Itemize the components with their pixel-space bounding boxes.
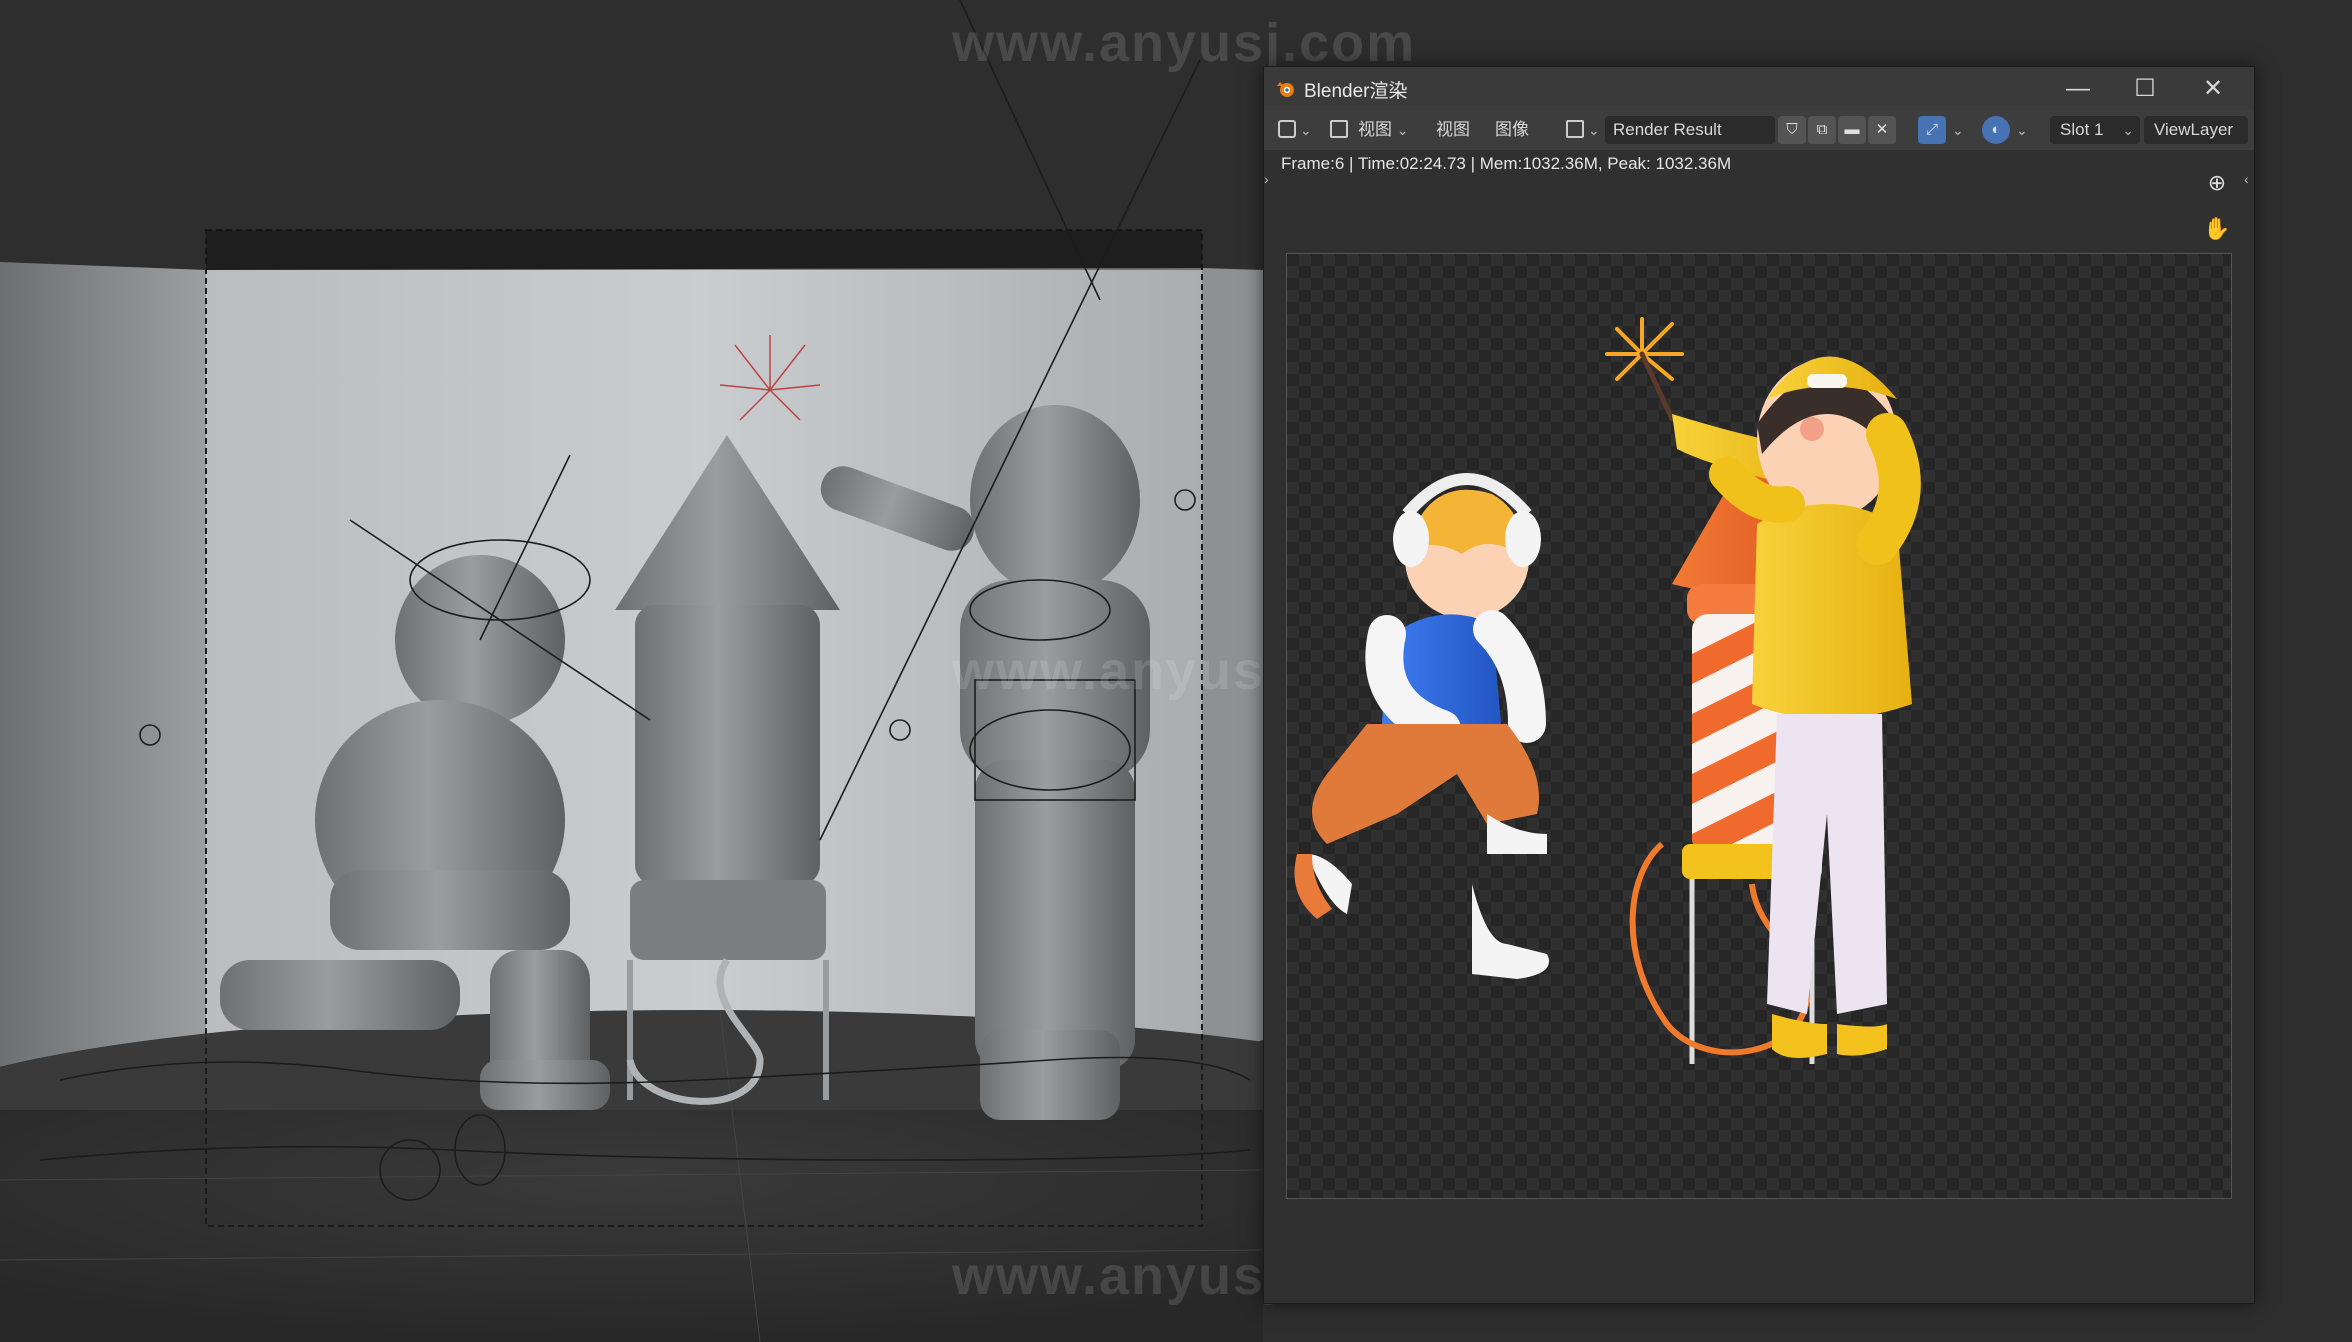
view-layer-dropdown[interactable]: ViewLayer [2144,116,2248,144]
close-x-icon[interactable]: ✕ [1868,116,1896,144]
sidebar-expand-arrow[interactable]: ‹ [2244,171,2249,187]
render-result-canvas[interactable] [1286,253,2232,1199]
view-mode-dropdown[interactable]: 视图 ⌄ [1358,116,1418,144]
image-editor-header: ⌄ 视图 ⌄ 视图 图像 ⌄ Render Result ⛉ ⧉ ▬ ✕ ⤢ ⌄… [1264,110,2254,150]
chevron-down-icon: ⌄ [2122,122,2134,138]
overlay-icon[interactable]: ⤢ [1918,116,1946,144]
overlay-dropdown-chevron[interactable]: ⌄ [1952,116,1964,144]
menu-view[interactable]: 视图 [1436,116,1470,144]
shield-icon[interactable]: ⛉ [1778,116,1806,144]
menu-image[interactable]: 图像 [1495,116,1529,144]
view-mode-label: 视图 [1358,120,1392,139]
image-browse-icon [1566,120,1584,138]
display-channel-chevron[interactable]: ⌄ [2016,116,2028,144]
minimize-button[interactable]: — [2045,67,2111,110]
chevron-down-icon: ⌄ [1396,122,1409,138]
hand-icon[interactable]: ✋ [2199,211,2235,247]
duplicate-icon[interactable]: ⧉ [1808,116,1836,144]
editor-type-icon [1278,120,1296,138]
watermark-top: www.anyusj.com [952,13,1417,73]
render-status: Frame:6 | Time:02:24.73 | Mem:1032.36M, … [1281,154,1732,173]
editor-type-dropdown[interactable]: ⌄ [1278,116,1318,144]
toolbar-expand-arrow[interactable]: › [1264,171,1269,187]
window-title: Blender渲染 [1304,81,1408,102]
chevron-down-icon: ⌄ [1588,122,1600,138]
image-name-field[interactable]: Render Result [1605,116,1775,144]
slot-label: Slot 1 [2060,120,2104,139]
render-image [1294,317,1921,1064]
chevron-down-icon: ⌄ [1300,122,1312,138]
title-bar[interactable]: Blender渲染 — ☐ ✕ [1264,67,2254,110]
sparkler [1605,317,1684,422]
maximize-button[interactable]: ☐ [2112,67,2178,110]
render-window[interactable]: Blender渲染 — ☐ ✕ ⌄ 视图 ⌄ 视图 图像 ⌄ Render Re… [1263,66,2255,1304]
blender-logo-icon [1277,82,1294,97]
display-channel-icon[interactable]: ◐ [1982,116,2010,144]
close-button[interactable]: ✕ [2180,67,2246,110]
zoom-icon[interactable]: ⊕ [2199,165,2235,201]
slot-dropdown[interactable]: Slot 1 ⌄ [2050,116,2140,144]
folder-icon[interactable]: ▬ [1838,116,1866,144]
boy-character [1294,473,1549,979]
browse-image-dropdown[interactable]: ⌄ [1566,116,1602,144]
image-icon [1330,116,1350,144]
